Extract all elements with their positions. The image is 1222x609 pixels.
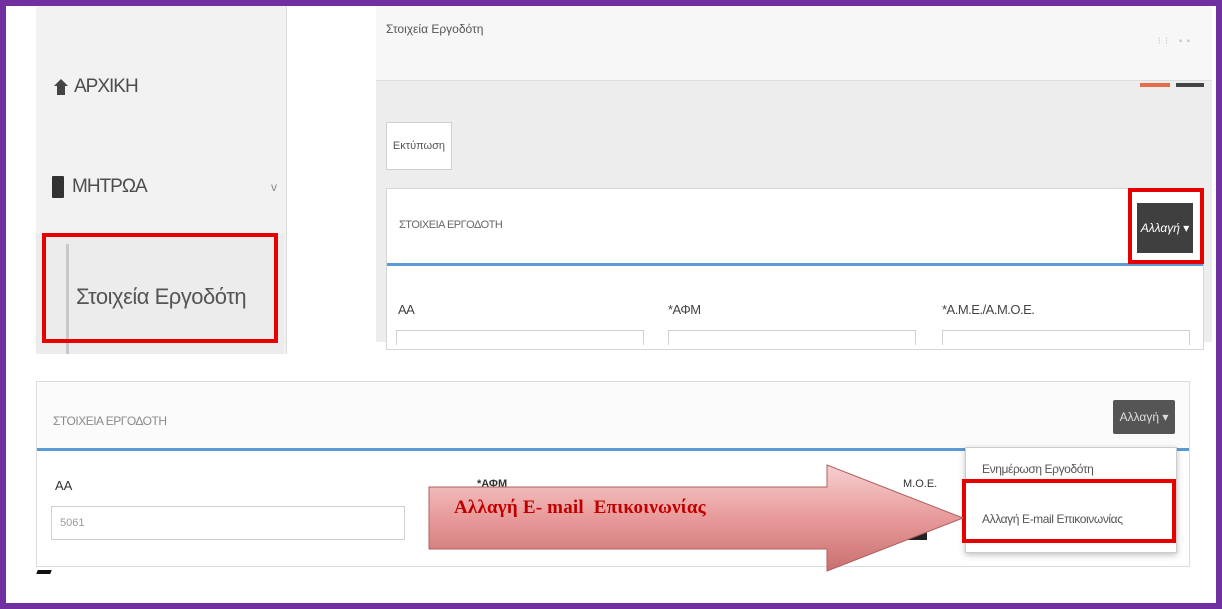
home-icon xyxy=(54,79,68,95)
field-label-ame: *Α.Μ.Ε./Α.Μ.Ο.Ε. xyxy=(942,302,1035,317)
form-card-title: ΣΤΟΙΧΕΙΑ ΕΡΓΟΔΟΤΗ xyxy=(399,219,503,231)
change-button[interactable]: Αλλαγή ▾ xyxy=(1113,400,1175,434)
employer-form-card: ΣΤΟΙΧΕΙΑ ΕΡΓΟΔΟΤΗ Αλλαγή ▾ xyxy=(386,188,1204,350)
form-card-title: ΣΤΟΙΧΕΙΑ ΕΡΓΟΔΟΤΗ xyxy=(53,414,167,428)
print-button[interactable]: Εκτύπωση xyxy=(386,122,452,170)
highlight-box-change-button xyxy=(1128,188,1204,264)
highlight-box-sidebar xyxy=(42,233,278,343)
callout-text: Αλλαγή E- mail Επικοινωνίας xyxy=(454,497,706,518)
panel-tools-icon[interactable]: ⁝⁝ ▪▪ xyxy=(1158,36,1194,47)
field-label-aa: ΑΑ xyxy=(398,302,415,317)
cursor-icon xyxy=(36,570,52,574)
panel-header: Στοιχεία Εργοδότη ⁝⁝ ▪▪ xyxy=(376,6,1212,81)
book-icon xyxy=(52,176,64,198)
field-label-afm: *ΑΦΜ xyxy=(668,302,701,317)
form-card-header: ΣΤΟΙΧΕΙΑ ΕΡΓΟΔΟΤΗ Αλλαγή ▾ xyxy=(37,382,1189,451)
sidebar-item-label: ΑΡΧΙΚΗ xyxy=(74,76,139,97)
employer-panel: Στοιχεία Εργοδότη ⁝⁝ ▪▪ Εκτύπωση ΣΤΟΙΧΕΙ… xyxy=(376,6,1212,350)
field-label-aa: ΑΑ xyxy=(55,478,73,493)
menu-item-update-employer[interactable]: Ενημέρωση Εργοδότη xyxy=(982,462,1094,476)
field-input-ame[interactable] xyxy=(942,330,1190,345)
sidebar-item-home[interactable]: ΑΡΧΙΚΗ xyxy=(54,76,304,98)
field-input-aa[interactable]: 5061 xyxy=(51,506,405,540)
panel-collapse-icon[interactable] xyxy=(1140,83,1170,87)
field-input-afm[interactable] xyxy=(668,330,916,345)
panel-close-icon[interactable] xyxy=(1176,83,1204,87)
sidebar-item-label: ΜΗΤΡΩΑ xyxy=(72,176,148,197)
form-card-header: ΣΤΟΙΧΕΙΑ ΕΡΓΟΔΟΤΗ Αλλαγή ▾ xyxy=(387,189,1203,266)
chevron-down-icon: v xyxy=(271,180,277,194)
highlight-box-change-email xyxy=(962,479,1176,543)
field-input-aa[interactable] xyxy=(396,330,644,345)
panel-title: Στοιχεία Εργοδότη xyxy=(386,22,484,36)
sidebar-item-registers[interactable]: ΜΗΤΡΩΑ v xyxy=(52,176,277,198)
